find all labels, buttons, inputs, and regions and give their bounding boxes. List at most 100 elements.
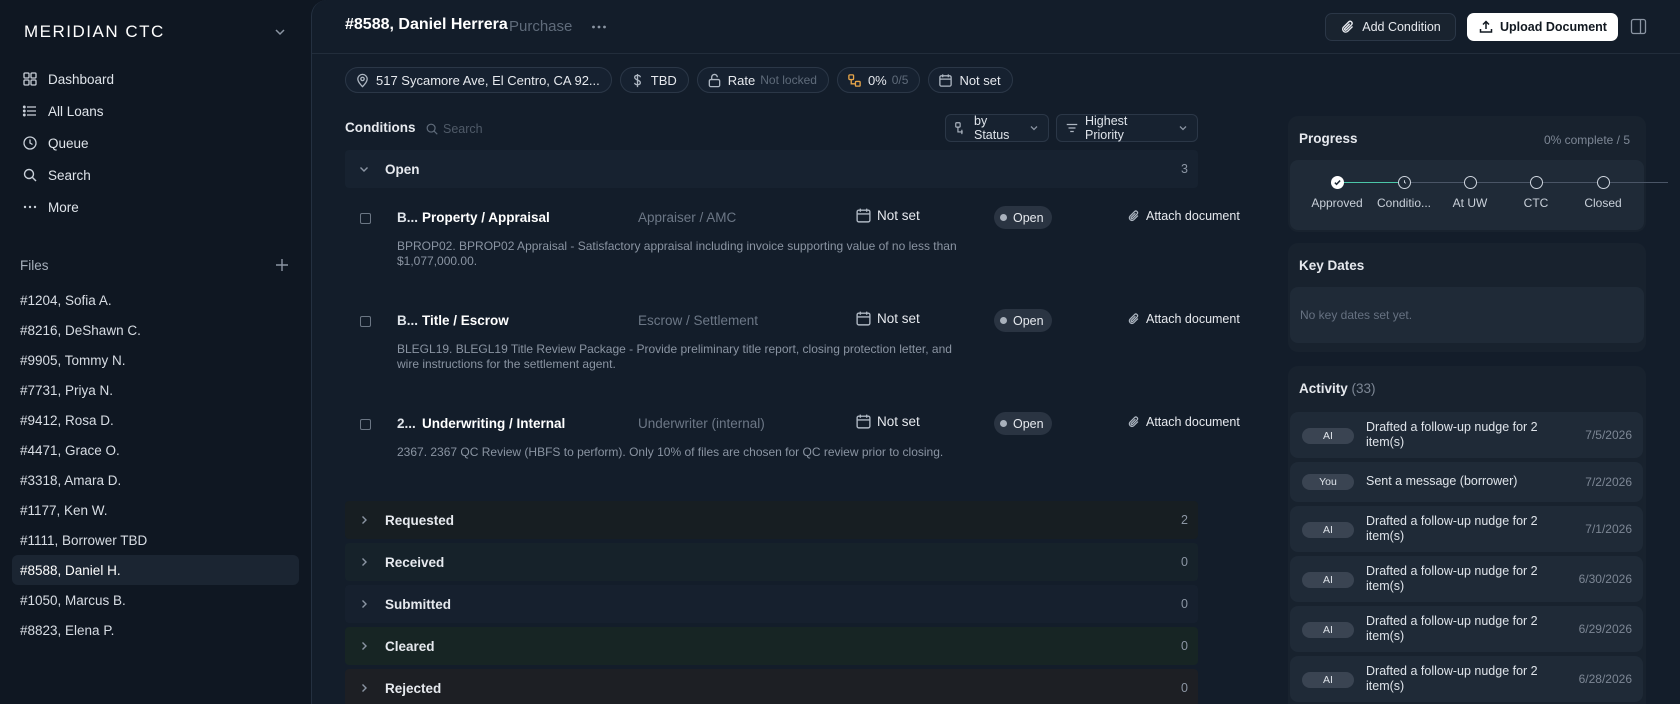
amount-chip[interactable]: TBD [619, 67, 689, 93]
nav-item-all-loans[interactable]: All Loans [12, 95, 300, 127]
chevron-down-icon [1028, 122, 1040, 134]
file-item[interactable]: #8216, DeShawn C. [12, 315, 299, 345]
file-item[interactable]: #1050, Marcus B. [12, 585, 299, 615]
file-item[interactable]: #4471, Grace O. [12, 435, 299, 465]
condition-date[interactable]: Not set [855, 207, 920, 224]
calendar-icon [855, 413, 872, 430]
condition-row: 2... Underwriting / Internal Underwriter… [345, 409, 1240, 505]
group-label: Rejected [385, 680, 442, 696]
paperclip-icon [1127, 312, 1141, 326]
step-closed[interactable]: Closed [1563, 176, 1643, 210]
activity-text: Drafted a follow-up nudge for 2 item(s) [1366, 614, 1538, 643]
sort-select[interactable]: Highest Priority [1056, 114, 1198, 142]
attach-label: Attach document [1146, 415, 1240, 429]
plus-icon[interactable] [274, 257, 290, 273]
files-header: Files [20, 255, 290, 275]
conditions-search-input[interactable] [443, 122, 593, 136]
group-label: Open [385, 161, 420, 177]
condition-party: Escrow / Settlement [638, 313, 759, 328]
file-item[interactable]: #7731, Priya N. [12, 375, 299, 405]
date-chip[interactable]: Not set [928, 67, 1013, 93]
loan-purpose: Purchase [509, 18, 573, 35]
more-actions-icon[interactable] [590, 18, 608, 36]
address-chip[interactable]: 517 Sycamore Ave, El Centro, CA 92... [345, 67, 612, 93]
status-badge[interactable]: Open [994, 412, 1052, 435]
nav-item-queue[interactable]: Queue [12, 127, 300, 159]
activity-date: 6/30/2026 [1578, 572, 1632, 586]
group-by-select[interactable]: by Status [945, 114, 1049, 142]
chevron-right-icon [357, 597, 371, 611]
condition-name[interactable]: Title / Escrow [422, 313, 509, 328]
condition-checkbox[interactable] [360, 316, 371, 327]
conditions-search[interactable] [425, 118, 605, 140]
search-icon [22, 167, 38, 183]
actor-badge: AI [1302, 672, 1354, 688]
step-label: Closed [1584, 196, 1622, 210]
condition-description: BPROP02. BPROP02 Appraisal - Satisfactor… [397, 239, 957, 268]
file-item-active[interactable]: #8588, Daniel H. [12, 555, 299, 585]
group-received[interactable]: Received 0 [345, 543, 1198, 581]
condition-code: B... [397, 210, 419, 225]
panel-toggle-icon[interactable] [1630, 18, 1647, 35]
top-bar: #8588, Daniel Herrera Purchase Add Condi… [312, 0, 1680, 54]
condition-name[interactable]: Underwriting / Internal [422, 416, 565, 431]
main-nav: Dashboard All Loans Queue Search More [12, 63, 300, 223]
status-badge[interactable]: Open [994, 206, 1052, 229]
nav-label: More [48, 199, 79, 215]
file-item[interactable]: #1111, Borrower TBD [12, 525, 299, 555]
status-dot [1000, 420, 1007, 427]
rate-chip[interactable]: Rate Not locked [696, 67, 829, 93]
nav-item-dashboard[interactable]: Dashboard [12, 63, 300, 95]
group-count: 0 [1181, 555, 1188, 569]
brand-logo[interactable]: MERIDIAN CTC [24, 20, 165, 44]
upload-document-button[interactable]: Upload Document [1467, 13, 1618, 41]
activity-item[interactable]: AI Drafted a follow-up nudge for 2 item(… [1290, 506, 1643, 552]
attach-document-button[interactable]: Attach document [1127, 415, 1240, 429]
condition-date[interactable]: Not set [855, 310, 920, 327]
file-item[interactable]: #1177, Ken W. [12, 495, 299, 525]
attach-document-button[interactable]: Attach document [1127, 209, 1240, 223]
group-rejected[interactable]: Rejected 0 [345, 669, 1198, 704]
sidebar: MERIDIAN CTC Dashboard All Loans Queue S… [0, 0, 311, 704]
condition-checkbox[interactable] [360, 419, 371, 430]
group-requested[interactable]: Requested 2 [345, 501, 1198, 539]
condition-description: BLEGL19. BLEGL19 Title Review Package - … [397, 342, 952, 371]
condition-name[interactable]: Property / Appraisal [422, 210, 550, 225]
activity-item[interactable]: AI Drafted a follow-up nudge for 2 item(… [1290, 556, 1643, 602]
status-text: Open [1013, 416, 1044, 431]
activity-item[interactable]: AI Drafted a follow-up nudge for 2 item(… [1290, 606, 1643, 652]
nav-item-search[interactable]: Search [12, 159, 300, 191]
activity-item[interactable]: AI Drafted a follow-up nudge for 2 item(… [1290, 412, 1643, 458]
condition-row: B... Property / Appraisal Appraiser / AM… [345, 203, 1240, 299]
file-item[interactable]: #9412, Rosa D. [12, 405, 299, 435]
group-submitted[interactable]: Submitted 0 [345, 585, 1198, 623]
activity-item[interactable]: AI Drafted a follow-up nudge for 2 item(… [1290, 656, 1643, 702]
file-item[interactable]: #1204, Sofia A. [12, 285, 299, 315]
group-cleared[interactable]: Cleared 0 [345, 627, 1198, 665]
activity-title: Activity (33) [1299, 381, 1376, 396]
actor-badge: AI [1302, 622, 1354, 638]
activity-text: Sent a message (borrower) [1366, 474, 1518, 488]
file-item[interactable]: #3318, Amara D. [12, 465, 299, 495]
clock-icon [22, 135, 38, 151]
activity-item[interactable]: You Sent a message (borrower) 7/2/2026 [1290, 462, 1643, 502]
add-condition-button[interactable]: Add Condition [1325, 13, 1456, 41]
activity-date: 7/5/2026 [1585, 428, 1632, 442]
condition-date[interactable]: Not set [855, 413, 920, 430]
progress-chip[interactable]: 0% 0/5 [836, 67, 921, 93]
file-item[interactable]: #8823, Elena P. [12, 615, 299, 645]
file-item[interactable]: #9905, Tommy N. [12, 345, 299, 375]
group-open[interactable]: Open 3 [345, 150, 1198, 188]
status-badge[interactable]: Open [994, 309, 1052, 332]
condition-checkbox[interactable] [360, 213, 371, 224]
grid-icon [22, 71, 38, 87]
actor-badge: AI [1302, 522, 1354, 538]
attach-document-button[interactable]: Attach document [1127, 312, 1240, 326]
condition-date-text: Not set [877, 414, 920, 429]
chevron-down-icon[interactable] [272, 24, 288, 40]
group-count: 2 [1181, 513, 1188, 527]
chevron-right-icon [357, 555, 371, 569]
nav-item-more[interactable]: More [12, 191, 300, 223]
status-text: Open [1013, 313, 1044, 328]
activity-count: (33) [1351, 381, 1376, 396]
